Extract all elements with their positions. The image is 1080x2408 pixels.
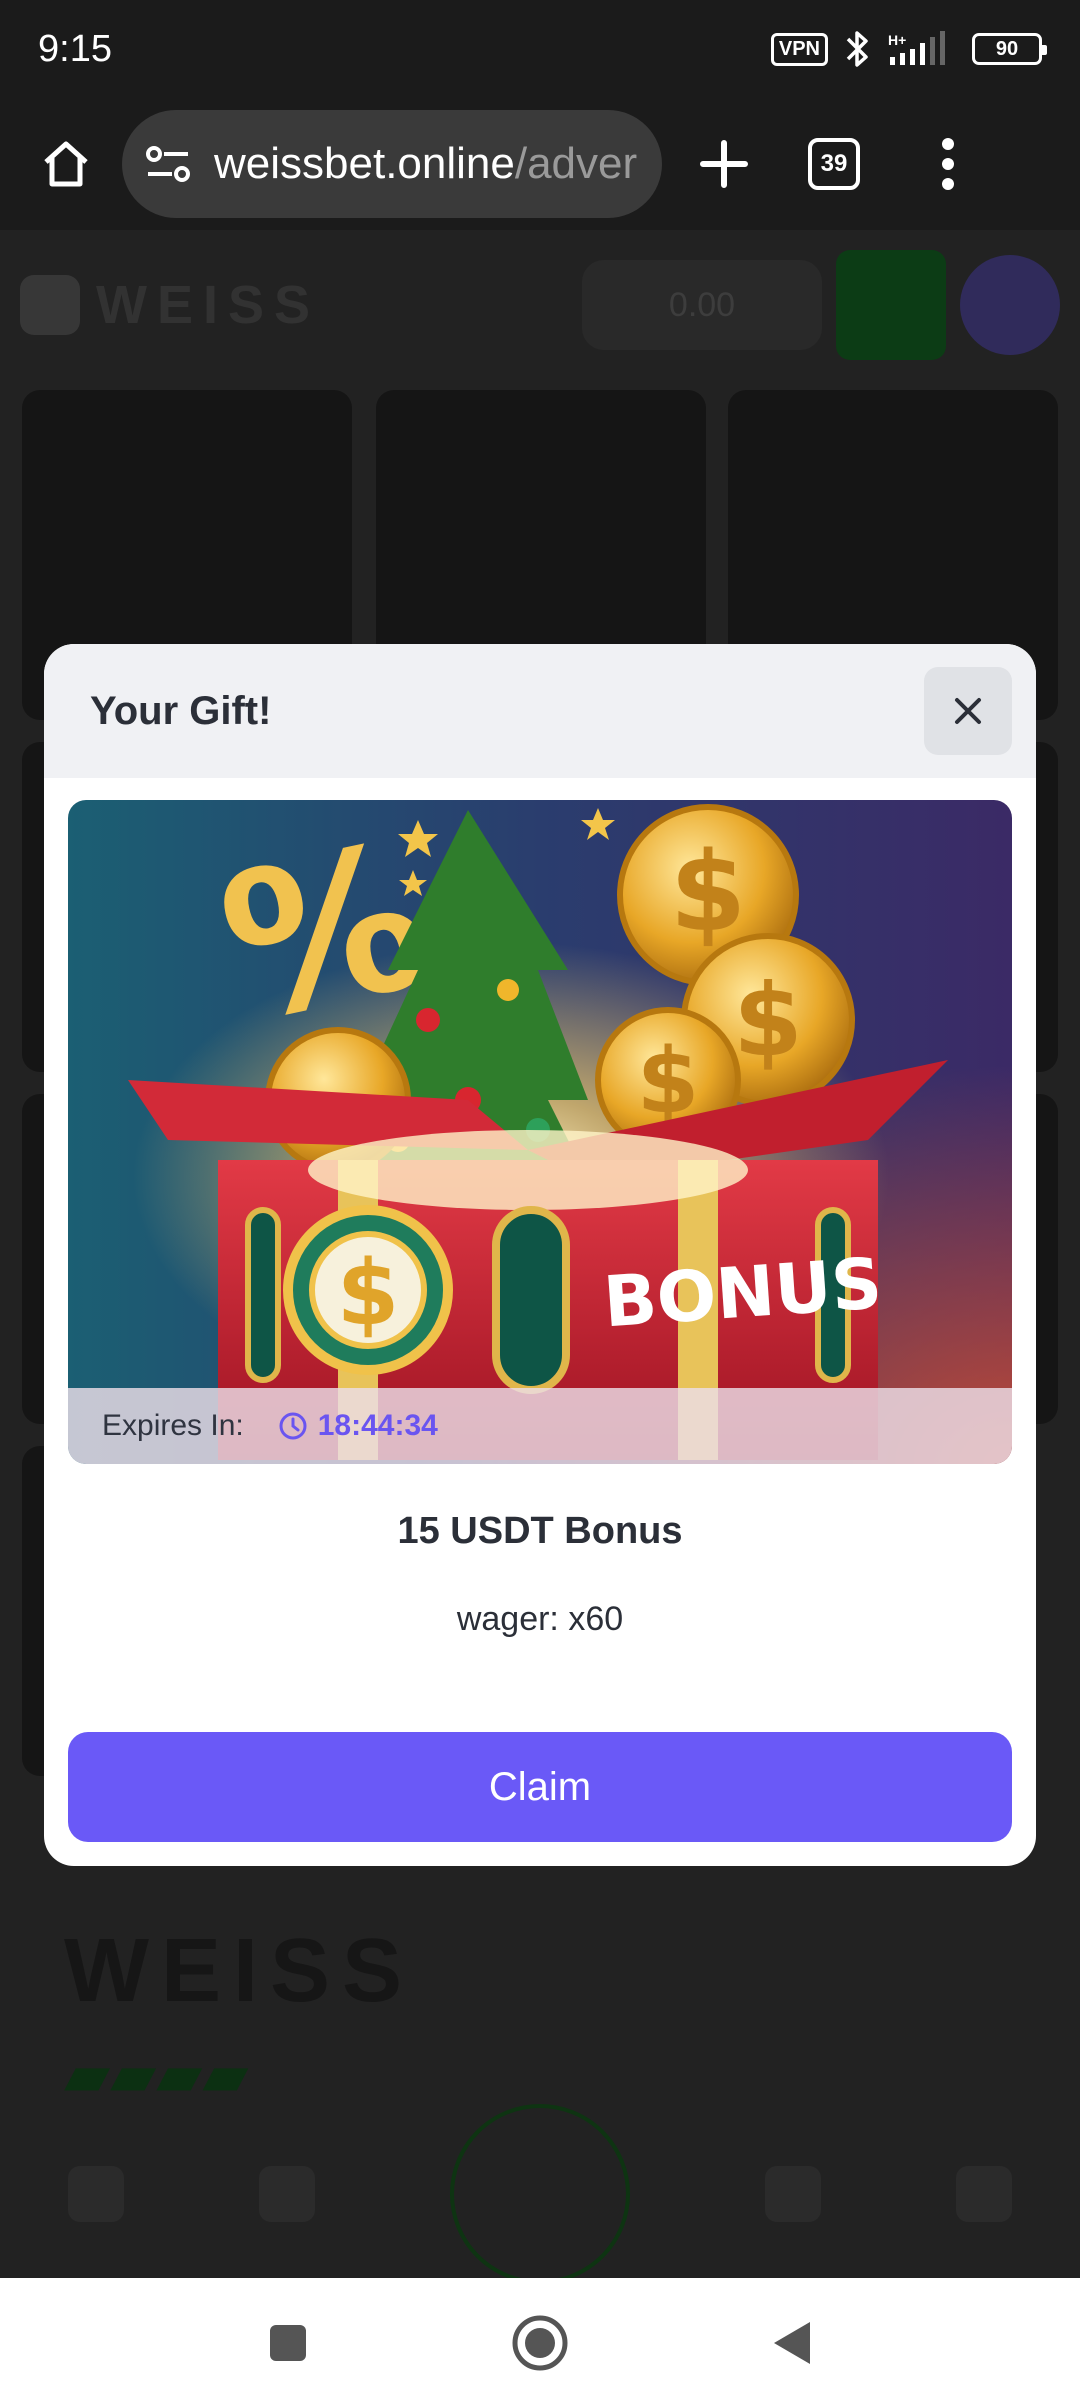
gift-modal: Your Gift! % $ $ $ $ BONUS Expires In: 1… xyxy=(44,644,1036,1866)
countdown-timer: 18:44:34 xyxy=(278,1409,438,1443)
claim-button[interactable]: Claim xyxy=(68,1732,1012,1842)
tabs-icon: 39 xyxy=(808,138,860,190)
modal-title: Your Gift! xyxy=(90,688,272,733)
expires-label: Expires In: xyxy=(102,1409,244,1442)
svg-text:$: $ xyxy=(670,828,747,956)
tabs-button[interactable]: 39 xyxy=(794,124,874,204)
expiry-strip: Expires In: 18:44:34 xyxy=(68,1388,1012,1464)
site-settings-icon[interactable] xyxy=(142,138,194,190)
address-bar[interactable]: weissbet.online/adver xyxy=(122,110,662,218)
new-tab-icon xyxy=(700,140,748,188)
home-button[interactable] xyxy=(26,124,106,204)
svg-text:$: $ xyxy=(733,962,803,1079)
more-menu-button[interactable] xyxy=(908,124,988,204)
url-domain: weissbet.online xyxy=(214,139,515,188)
back-icon[interactable] xyxy=(770,2318,814,2368)
url-text[interactable]: weissbet.online/adver xyxy=(214,139,637,189)
modal-header: Your Gift! xyxy=(44,644,1036,778)
battery-level: 90 xyxy=(995,37,1019,60)
more-icon xyxy=(942,138,954,190)
browser-toolbar: weissbet.online/adver 39 xyxy=(0,98,1080,230)
status-icons: VPN H+ 90 xyxy=(770,29,1047,69)
url-path: /adver xyxy=(514,139,638,188)
offer-title: 15 USDT Bonus xyxy=(397,1510,683,1552)
recents-icon[interactable] xyxy=(266,2321,310,2365)
clock-icon xyxy=(279,1412,307,1440)
close-button[interactable] xyxy=(924,667,1012,755)
svg-text:$: $ xyxy=(337,1241,400,1346)
signal-icon: H+ xyxy=(888,31,945,65)
close-icon xyxy=(955,698,981,724)
new-tab-button[interactable] xyxy=(684,124,764,204)
status-time: 9:15 xyxy=(38,27,112,70)
bonus-banner: % $ $ $ $ BONUS Expires In: 18:44:34 xyxy=(68,800,1012,1464)
bluetooth-icon xyxy=(846,31,868,67)
gift-box-image: % $ $ $ $ BONUS xyxy=(68,800,1012,1464)
svg-text:H+: H+ xyxy=(888,32,906,48)
system-nav-bar xyxy=(0,2278,1080,2408)
home-icon xyxy=(44,141,88,187)
status-bar: 9:15 VPN H+ 90 xyxy=(0,0,1080,98)
vpn-icon: VPN xyxy=(770,32,828,66)
timer-value: 18:44:34 xyxy=(317,1409,438,1442)
home-nav-icon[interactable] xyxy=(510,2313,570,2373)
battery-icon: 90 xyxy=(972,33,1047,65)
wager-text: wager: x60 xyxy=(456,1600,624,1638)
